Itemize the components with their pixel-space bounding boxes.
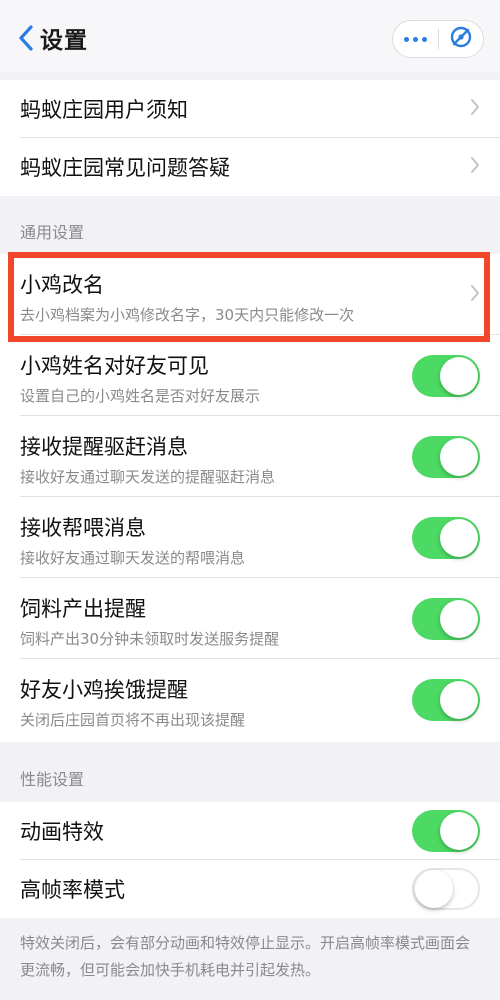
list-item-label: 动画特效 — [20, 820, 104, 844]
list-item-subtitle: 接收好友通过聊天发送的提醒驱赶消息 — [20, 468, 276, 486]
info-links-group: 蚂蚁庄园用户须知 蚂蚁庄园常见问题答疑 — [0, 80, 500, 196]
animation-effects-toggle[interactable] — [412, 810, 480, 852]
list-item-subtitle: 饲料产出30分钟未领取时发送服务提醒 — [20, 630, 280, 648]
help-feed-msg-toggle[interactable] — [412, 516, 480, 559]
close-button[interactable] — [438, 20, 483, 58]
friend-hungry-reminder-toggle[interactable] — [412, 678, 480, 721]
list-item-subtitle: 去小鸡档案为小鸡修改名字，30天内只能修改一次 — [20, 306, 355, 324]
toggle-knob — [440, 518, 478, 557]
mini-program-capsule — [392, 20, 484, 58]
performance-note: 特效关闭后，会有部分动画和特效停止显示。开启高帧率模式画面会更流畅，但可能会加快… — [20, 934, 471, 979]
name-visible-toggle[interactable] — [412, 354, 480, 397]
settings-screen: 设置 蚂蚁庄园用户须知 蚂蚁庄园常见问题答疑 通用设置 小鸡改名 去小鸡档案为小… — [0, 0, 500, 1000]
rename-chick-item[interactable]: 小鸡改名 去小鸡档案为小鸡修改名字，30天内只能修改一次 — [0, 254, 500, 335]
chevron-right-icon — [470, 284, 480, 306]
list-item-subtitle: 设置自己的小鸡姓名是否对好友展示 — [20, 387, 261, 405]
list-item-label: 小鸡改名 — [20, 273, 104, 297]
toggle-knob — [440, 680, 478, 719]
list-item-label: 小鸡姓名对好友可见 — [20, 354, 209, 378]
drive-away-msg-item: 接收提醒驱赶消息 接收好友通过聊天发送的提醒驱赶消息 — [0, 416, 500, 497]
general-settings-group: 小鸡改名 去小鸡档案为小鸡修改名字，30天内只能修改一次 小鸡姓名对好友可见 设… — [0, 254, 500, 742]
name-visible-item: 小鸡姓名对好友可见 设置自己的小鸡姓名是否对好友展示 — [0, 335, 500, 416]
more-button[interactable] — [393, 20, 438, 58]
drive-away-msg-toggle[interactable] — [412, 435, 480, 478]
toggle-knob — [440, 356, 478, 395]
faq-item[interactable]: 蚂蚁庄园常见问题答疑 — [0, 138, 500, 196]
chevron-right-icon — [470, 156, 480, 178]
high-frame-rate-toggle[interactable] — [412, 868, 480, 910]
list-item-label: 高帧率模式 — [20, 878, 125, 902]
high-frame-rate-item: 高帧率模式 — [0, 860, 500, 918]
general-settings-header: 通用设置 — [20, 223, 85, 242]
mini-program-close-icon — [449, 25, 473, 53]
performance-settings-group: 动画特效 高帧率模式 — [0, 802, 500, 918]
list-item-label: 蚂蚁庄园用户须知 — [20, 98, 188, 122]
toggle-knob — [440, 437, 478, 476]
help-feed-msg-item: 接收帮喂消息 接收好友通过聊天发送的帮喂消息 — [0, 497, 500, 578]
list-item-label: 饲料产出提醒 — [20, 597, 146, 621]
friend-hungry-reminder-item: 好友小鸡挨饿提醒 关闭后庄园首页将不再出现该提醒 — [0, 659, 500, 740]
performance-settings-header: 性能设置 — [20, 770, 85, 789]
toggle-knob — [440, 599, 478, 638]
list-item-subtitle: 接收好友通过聊天发送的帮喂消息 — [20, 549, 246, 567]
list-item-label: 接收帮喂消息 — [20, 516, 146, 540]
navigation-bar: 设置 — [0, 0, 500, 72]
toggle-knob — [415, 870, 453, 908]
chevron-right-icon — [470, 98, 480, 120]
toggle-knob — [440, 812, 478, 850]
back-button[interactable]: 设置 — [18, 20, 88, 56]
animation-effects-item: 动画特效 — [0, 802, 500, 860]
chevron-left-icon — [18, 25, 34, 51]
page-title: 设置 — [40, 28, 88, 54]
list-item-subtitle: 关闭后庄园首页将不再出现该提醒 — [20, 711, 246, 729]
feed-output-reminder-toggle[interactable] — [412, 597, 480, 640]
feed-output-reminder-item: 饲料产出提醒 饲料产出30分钟未领取时发送服务提醒 — [0, 578, 500, 659]
user-notice-item[interactable]: 蚂蚁庄园用户须知 — [0, 80, 500, 138]
list-item-label: 蚂蚁庄园常见问题答疑 — [20, 156, 230, 180]
more-dots-icon — [403, 36, 427, 42]
list-item-label: 接收提醒驱赶消息 — [20, 435, 188, 459]
list-item-label: 好友小鸡挨饿提醒 — [20, 678, 188, 702]
